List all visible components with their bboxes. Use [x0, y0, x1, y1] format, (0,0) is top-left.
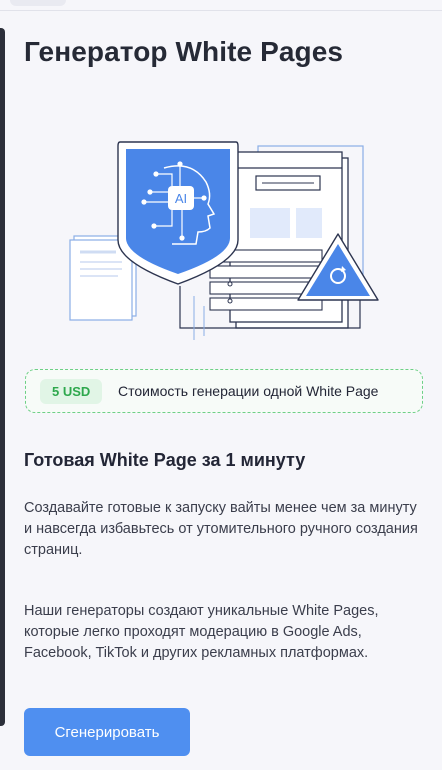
shield-icon: AI — [117, 141, 239, 285]
top-divider — [0, 10, 442, 11]
window-edge — [0, 28, 5, 726]
ai-chip-label: AI — [175, 191, 187, 206]
price-badge: 5 USD — [40, 379, 103, 404]
description-paragraph-2: Наши генераторы создают уникальные White… — [24, 603, 379, 661]
ai-shield-illustration: AI — [69, 141, 379, 340]
top-tab-fragment — [10, 0, 66, 6]
description-paragraph-1: Создавайте готовые к запуску вайты менее… — [24, 500, 418, 558]
page-title: Генератор White Pages — [24, 36, 344, 67]
price-description: Стоимость генерации одной White Page — [118, 383, 379, 399]
generate-button[interactable]: Сгенерировать — [24, 708, 190, 756]
section-subtitle: Готовая White Page за 1 минуту — [24, 450, 306, 470]
price-info-box: 5 USD Стоимость генерации одной White Pa… — [25, 369, 423, 413]
